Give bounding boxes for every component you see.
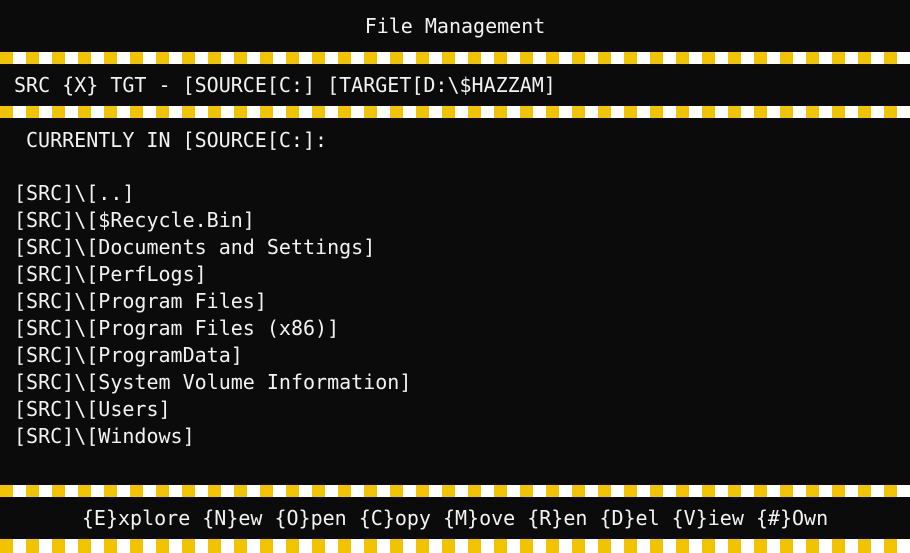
move-command[interactable]: {M}ove	[443, 506, 515, 530]
explore-command[interactable]: {E}xplore	[82, 506, 190, 530]
directory-listing-panel: CURRENTLY IN [SOURCE[C:]: [SRC]\[..] [SR…	[0, 118, 910, 484]
open-command[interactable]: {O}pen	[274, 506, 346, 530]
own-command[interactable]: {#}Own	[756, 506, 828, 530]
copy-command[interactable]: {C}opy	[359, 506, 431, 530]
window-title: File Management	[364, 14, 546, 38]
title-bar: File Management	[0, 0, 910, 52]
rename-command[interactable]: {R}en	[527, 506, 587, 530]
directory-entry[interactable]: [SRC]\[Program Files]	[14, 288, 896, 315]
stripe-divider	[0, 485, 910, 497]
directory-entry[interactable]: [SRC]\[Documents and Settings]	[14, 234, 896, 261]
source-target-path: SRC {X} TGT - [SOURCE[C:] [TARGET[D:\$HA…	[14, 73, 556, 97]
view-command[interactable]: {V}iew	[672, 506, 744, 530]
delete-command[interactable]: {D}el	[599, 506, 659, 530]
directory-entry[interactable]: [SRC]\[Program Files (x86)]	[14, 315, 896, 342]
directory-entry[interactable]: [SRC]\[Users]	[14, 396, 896, 423]
directory-entry[interactable]: [SRC]\[ProgramData]	[14, 342, 896, 369]
directory-entry[interactable]: [SRC]\[System Volume Information]	[14, 369, 896, 396]
stripe-divider	[0, 52, 910, 64]
directory-entry[interactable]: [SRC]\[PerfLogs]	[14, 261, 896, 288]
command-bar: {E}xplore {N}ew {O}pen {C}opy {M}ove {R}…	[0, 497, 910, 539]
stripe-divider	[0, 106, 910, 118]
directory-entry[interactable]: [SRC]\[..]	[14, 180, 896, 207]
directory-entry[interactable]: [SRC]\[Windows]	[14, 423, 896, 450]
stripe-divider	[0, 539, 910, 553]
new-command[interactable]: {N}ew	[202, 506, 262, 530]
directory-entry[interactable]: [SRC]\[$Recycle.Bin]	[14, 207, 896, 234]
current-location-label: CURRENTLY IN [SOURCE[C:]:	[26, 128, 328, 152]
path-bar: SRC {X} TGT - [SOURCE[C:] [TARGET[D:\$HA…	[0, 64, 910, 106]
